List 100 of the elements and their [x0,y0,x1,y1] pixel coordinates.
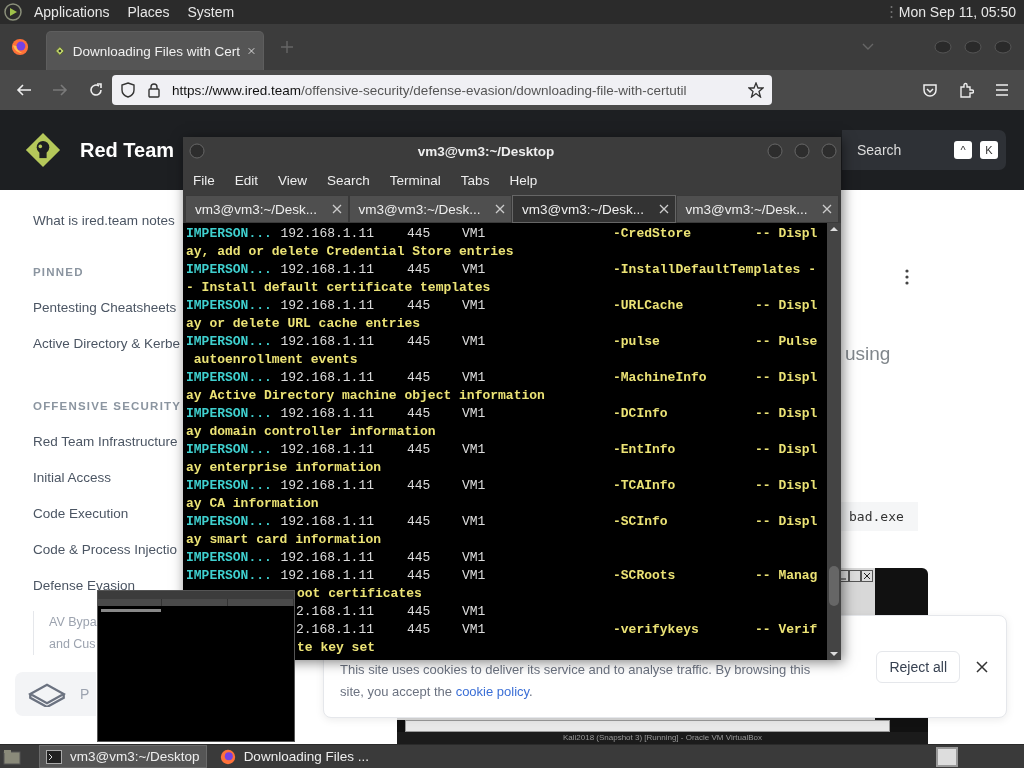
machine-name: VM1 [462,621,487,639]
reject-all-button[interactable]: Reject all [876,651,960,683]
ip-address: 192.168.1.11 [280,441,374,459]
port-number: 445 [407,567,432,585]
ip-address: 2.168.1.11 [295,603,374,621]
keyboard-key: K [980,141,998,159]
host-text: IMPERSON... [186,261,273,279]
sidebar-link[interactable]: Red Team Infrastructure [33,424,178,460]
command-option: -TCAInfo [613,477,755,495]
sidebar-link[interactable]: Active Directory & Kerbe [33,326,181,362]
machine-name: VM1 [462,477,487,495]
option-description: -- Manag [755,567,818,585]
cookie-notice: This site uses cookies to deliver its service and to analyse traffic. By browsing this site, you accept the cookie policy. [340,661,811,701]
command-option: -SCInfo [613,513,755,531]
machine-name: VM1 [462,333,487,351]
taskbar-button[interactable]: Downloading Files ... [212,745,376,768]
command-option: -EntInfo [613,441,755,459]
machine-name: VM1 [462,441,487,459]
option-description: ay CA information [186,495,319,513]
option-description: ay, add or delete Credential Store entries [186,243,514,261]
terminal-menu[interactable]: Tabs [460,172,490,188]
machine-name: VM1 [462,261,487,279]
machine-name: VM1 [462,549,487,567]
machine-name: VM1 [462,603,487,621]
terminal-menu[interactable]: Help [509,172,538,188]
option-description: ay enterprise information [186,459,382,477]
command-option: -SCRoots [613,567,755,585]
section-heading: PINNED [33,265,84,280]
terminal-tab[interactable]: vm3@vm3:~/Desk... [348,195,512,223]
host-text: IMPERSON... [186,225,273,243]
port-number: 445 [407,297,432,315]
clock[interactable]: Mon Sep 11, 05:50 [898,4,1016,20]
keyboard-key: ^ [954,141,972,159]
terminal-menu[interactable]: Search [327,172,370,188]
command-option: -URLCache [613,297,755,315]
option-description: -- Displ [755,513,818,531]
ip-address: 192.168.1.11 [280,333,374,351]
port-number: 445 [407,513,432,531]
port-number: 445 [407,549,432,567]
option-description: oot certificates [297,585,422,603]
host-text: IMPERSON... [186,369,273,387]
command-option: -pulse [613,333,755,351]
site-title[interactable]: Red Team [80,138,175,162]
terminal-menu[interactable]: File [193,172,215,188]
option-description: ay or delete URL cache entries [186,315,421,333]
sidebar-link[interactable]: Initial Access [33,460,112,496]
machine-name: VM1 [462,405,487,423]
panel-menu[interactable]: System [187,4,235,20]
taskbar-button[interactable]: vm3@vm3:~/Desktop [39,745,207,768]
sidebar-link[interactable]: Code Execution [33,496,129,532]
port-number: 445 [407,441,432,459]
command-option: -CredStore [613,225,755,243]
host-text: IMPERSON... [186,513,273,531]
ip-address: 192.168.1.11 [280,477,374,495]
panel-menu[interactable]: Places [127,4,170,20]
url-text: https://www.ired.team/offensive-security/defense-evasion/downloading-file-with-certutil [172,82,687,98]
terminal-menu[interactable]: Edit [234,172,259,188]
terminal-tab[interactable]: vm3@vm3:~/Desk... [185,195,349,223]
ip-address: 192.168.1.11 [280,369,374,387]
option-description: - [808,261,817,279]
option-description: -- Displ [755,477,818,495]
host-text: IMPERSON... [186,567,273,585]
terminal-menu[interactable]: Terminal [389,172,441,188]
option-description: - Install default certificate templates [186,279,491,297]
port-number: 445 [407,225,432,243]
option-description: -- Displ [755,405,818,423]
option-description: autoenrollment events [192,351,358,369]
window-caption: Kali2018 (Snapshot 3) [Running] - Oracle VM VirtualBox [397,732,928,744]
option-description: ay smart card information [186,531,382,549]
command-option: -MachineInfo [613,369,755,387]
terminal-tab[interactable]: vm3@vm3:~/Desk... [512,195,676,223]
panel-menu[interactable]: Applications [34,4,110,20]
host-text: IMPERSON... [186,405,273,423]
port-number: 445 [407,477,432,495]
sidebar-link[interactable]: Code & Process Injectio [33,532,178,568]
port-number: 445 [407,621,432,639]
option-description: -- Pulse [755,333,818,351]
command-option: -verifykeys [613,621,755,639]
search-field[interactable]: Search ^ K [842,130,1006,170]
sidebar-link[interactable]: Pentesting Cheatsheets [33,290,177,326]
section-heading: OFFENSIVE SECURITY [33,399,182,414]
port-number: 445 [407,369,432,387]
machine-name: VM1 [462,567,487,585]
option-description: -- Displ [755,297,818,315]
address-bar[interactable]: https://www.ired.team/offensive-security/defense-evasion/downloading-file-with-certutil [112,75,772,105]
command-option: -DCInfo [613,405,755,423]
terminal-menu[interactable]: View [278,172,308,188]
terminal-tab[interactable]: vm3@vm3:~/Desk... [675,195,839,223]
ip-address: 2.168.1.11 [295,621,374,639]
sidebar-link[interactable]: What is ired.team notes [33,203,175,239]
option-description: -- Verif [755,621,818,639]
sidebar-link[interactable]: Defense Evasion [33,568,136,604]
host-text: IMPERSON... [186,333,273,351]
browser-tab[interactable]: Downloading Files with Cert [47,32,263,70]
window-title: vm3@vm3:~/Desktop [416,143,556,159]
host-text: IMPERSON... [186,297,273,315]
machine-name: VM1 [462,369,487,387]
ip-address: 192.168.1.11 [280,405,374,423]
ip-address: 192.168.1.11 [280,567,374,585]
option-description: ay domain controller information [186,423,436,441]
